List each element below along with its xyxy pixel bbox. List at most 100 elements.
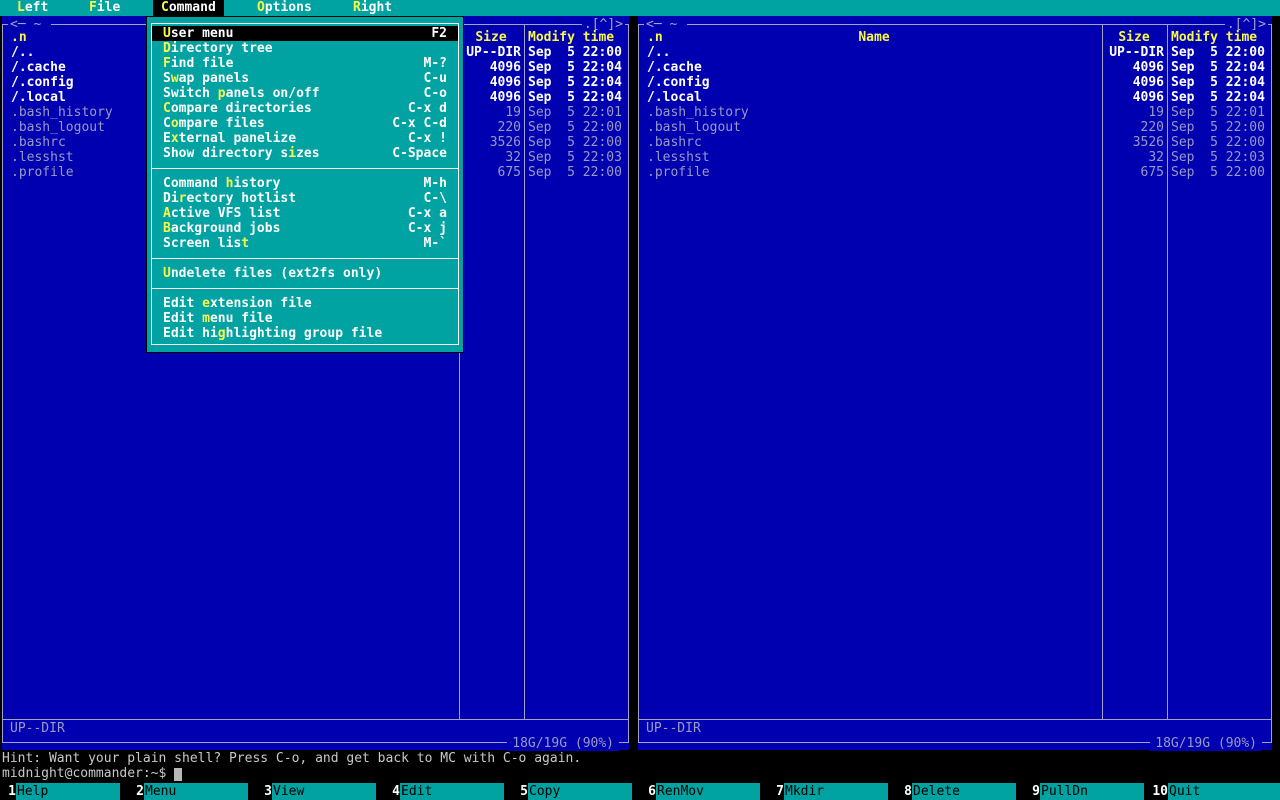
menu-item-swap-panels[interactable]: Swap panels C-u	[152, 71, 458, 86]
menu-item-active-vfs-list[interactable]: Active VFS list C-x a	[152, 206, 458, 221]
file-name: .bash_history	[647, 105, 749, 120]
fkey-8-delete[interactable]: 8 Delete	[896, 783, 1024, 800]
column-header-size[interactable]: Size	[1103, 30, 1165, 45]
file-mtime: Sep 5 22:04	[528, 60, 622, 75]
file-mtime: Sep 5 22:00	[1171, 120, 1265, 135]
file-mtime: Sep 5 22:00	[1171, 135, 1265, 150]
file-name: .bashrc	[11, 135, 66, 150]
fkey-label: Edit	[400, 783, 504, 800]
menu-item-compare-files[interactable]: Compare files C-x C-d	[152, 116, 458, 131]
fkey-7-mkdir[interactable]: 7 Mkdir	[768, 783, 896, 800]
fkey-4-edit[interactable]: 4 Edit	[384, 783, 512, 800]
file-name: .bashrc	[647, 135, 702, 150]
menu-item-label: Directory hotlist	[163, 191, 297, 206]
menu-item-shortcut: C-\	[423, 191, 447, 206]
menu-item-user-menu[interactable]: User menu F2	[152, 26, 458, 41]
file-row[interactable]: /.config 4096 Sep 5 22:04	[639, 75, 1271, 90]
menu-item-shortcut: M-h	[423, 176, 447, 191]
fkey-label: Menu	[144, 783, 248, 800]
column-header-mtime[interactable]: Modify time	[1169, 30, 1267, 45]
hotkey-letter: U	[163, 26, 171, 41]
fkey-5-copy[interactable]: 5 Copy	[512, 783, 640, 800]
file-mtime: Sep 5 22:04	[1171, 75, 1265, 90]
fkey-9-pulldn[interactable]: 9 PullDn	[1024, 783, 1152, 800]
mini-status-separator	[3, 719, 628, 720]
menu-item-show-directory-sizes[interactable]: Show directory sizes C-Space	[152, 146, 458, 161]
hotkey-letter: m	[202, 311, 210, 326]
file-row[interactable]: /.. UP--DIR Sep 5 22:00	[639, 45, 1271, 60]
menubar-item-left[interactable]: Left	[9, 0, 56, 16]
menu-item-find-file[interactable]: Find file M-?	[152, 56, 458, 71]
file-row[interactable]: .bashrc 3526 Sep 5 22:00	[639, 135, 1271, 150]
file-row[interactable]: .profile 675 Sep 5 22:00	[639, 165, 1271, 180]
menu-separator	[152, 251, 458, 266]
menu-item-shortcut: C-x !	[407, 131, 447, 146]
menu-item-label: User menu	[163, 26, 234, 41]
shell-prompt-line[interactable]: midnight@commander:~$	[2, 766, 183, 781]
menu-item-directory-hotlist[interactable]: Directory hotlist C-\	[152, 191, 458, 206]
file-row[interactable]: /.cache 4096 Sep 5 22:04	[639, 60, 1271, 75]
menu-item-compare-directories[interactable]: Compare directories C-x d	[152, 101, 458, 116]
menu-item-label: Command history	[163, 176, 281, 191]
panel-column-headers: .nNameSizeModify time	[639, 30, 1271, 45]
file-mtime: Sep 5 22:00	[528, 135, 622, 150]
menu-item-label: Show directory sizes	[163, 146, 320, 161]
menu-bar: Left File Command Options Right	[0, 0, 1280, 16]
menu-separator	[152, 161, 458, 176]
file-size: 4096	[1132, 90, 1164, 105]
hotkey-letter: i	[288, 146, 297, 161]
file-mtime: Sep 5 22:00	[528, 120, 622, 135]
fkey-3-view[interactable]: 3 View	[256, 783, 384, 800]
hotkey-letter: R	[353, 0, 361, 15]
column-header-name[interactable]: Name	[647, 30, 1101, 45]
menu-item-switch-panels-on-off[interactable]: Switch panels on/off C-o	[152, 86, 458, 101]
shell-prompt: midnight@commander:~$	[2, 766, 167, 781]
fkey-10-quit[interactable]: 10 Quit	[1152, 783, 1280, 800]
file-mtime: Sep 5 22:03	[528, 150, 622, 165]
menu-item-directory-tree[interactable]: Directory tree	[152, 41, 458, 56]
file-name: .bash_logout	[647, 120, 741, 135]
menu-item-screen-list[interactable]: Screen list M-`	[152, 236, 458, 251]
file-size: 3526	[489, 135, 521, 150]
menu-item-edit-menu-file[interactable]: Edit menu file	[152, 311, 458, 326]
menu-item-edit-highlighting-group-file[interactable]: Edit highlighting group file	[152, 326, 458, 341]
menu-item-undelete-files-ext2fs-only[interactable]: Undelete files (ext2fs only)	[152, 266, 458, 281]
column-header-mtime[interactable]: Modify time	[526, 30, 624, 45]
menu-item-command-history[interactable]: Command history M-h	[152, 176, 458, 191]
menu-item-edit-extension-file[interactable]: Edit extension file	[152, 296, 458, 311]
menu-item-label: Screen list	[163, 236, 250, 251]
fkey-2-menu[interactable]: 2 Menu	[128, 783, 256, 800]
right-panel: <─ ~ .[^]> .n Name Size Modify time/.. UP--DI…	[638, 16, 1272, 751]
menu-item-external-panelize[interactable]: External panelize C-x !	[152, 131, 458, 146]
menu-item-shortcut: C-x j	[407, 221, 447, 236]
menubar-item-right[interactable]: Right	[345, 0, 400, 16]
menubar-item-file[interactable]: File	[81, 0, 128, 16]
column-header-size[interactable]: Size	[460, 30, 522, 45]
fkey-1-help[interactable]: 1 Help	[0, 783, 128, 800]
file-mtime: Sep 5 22:00	[1171, 45, 1265, 60]
mini-status-separator	[639, 719, 1271, 720]
file-name: /.config	[11, 75, 74, 90]
menubar-item-command[interactable]: Command	[153, 0, 224, 16]
fkey-label: Copy	[528, 783, 632, 800]
hotkey-letter: g	[217, 326, 226, 341]
command-dropdown-menu: User menu F2 Directory tree Find file M-? Swa…	[146, 16, 464, 353]
fkey-6-renmov[interactable]: 6 RenMov	[640, 783, 768, 800]
fkey-number: 6	[648, 784, 656, 799]
file-row[interactable]: .bash_history 19 Sep 5 22:01	[639, 105, 1271, 120]
file-row[interactable]: .bash_logout 220 Sep 5 22:00	[639, 120, 1271, 135]
hotkey-letter: F	[89, 0, 97, 15]
fkey-number: 10	[1152, 784, 1168, 799]
disk-usage: 18G/19G (90%)	[1150, 736, 1262, 751]
hotkey-letter: h	[225, 176, 234, 191]
menu-item-background-jobs[interactable]: Background jobs C-x j	[152, 221, 458, 236]
file-size: 32	[505, 150, 521, 165]
menu-item-label: Swap panels	[163, 71, 250, 86]
fkey-label: Mkdir	[784, 783, 888, 800]
file-row[interactable]: .lesshst 32 Sep 5 22:03	[639, 150, 1271, 165]
file-name: .bash_history	[11, 105, 113, 120]
file-name: .bash_logout	[11, 120, 105, 135]
menubar-item-options[interactable]: Options	[249, 0, 320, 16]
menu-item-label: Active VFS list	[163, 206, 281, 221]
file-row[interactable]: /.local 4096 Sep 5 22:04	[639, 90, 1271, 105]
